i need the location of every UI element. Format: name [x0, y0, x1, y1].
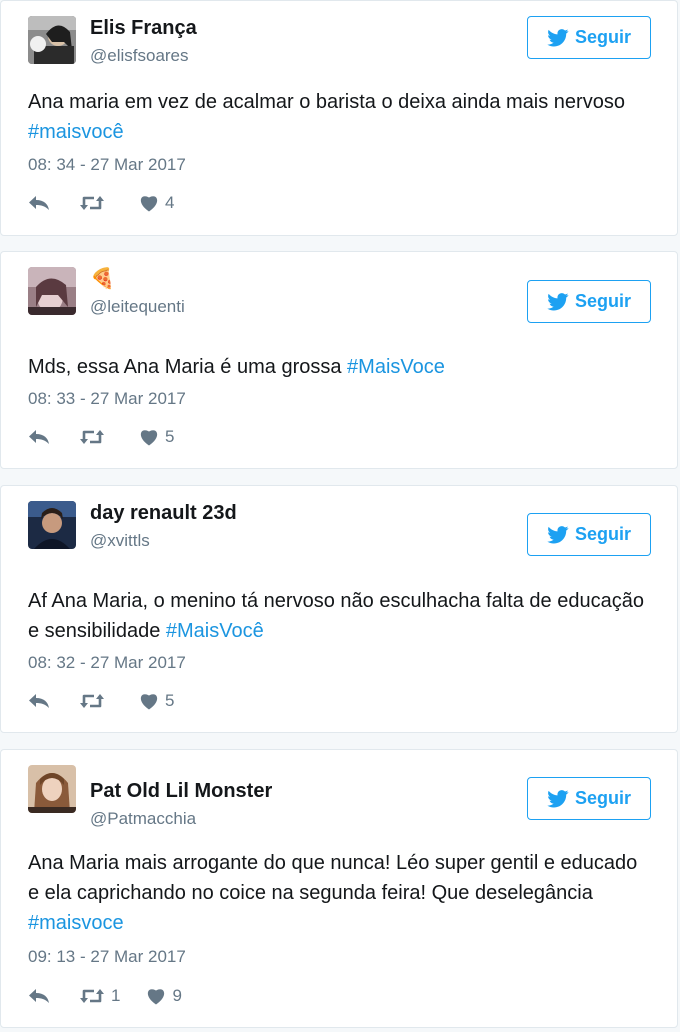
retweet-button[interactable] — [79, 429, 111, 445]
display-name[interactable]: Pat Old Lil Monster — [90, 778, 272, 804]
like-count: 9 — [172, 986, 182, 1005]
twitter-bird-icon — [547, 789, 569, 807]
avatar[interactable] — [28, 16, 76, 64]
like-button[interactable]: 9 — [146, 986, 182, 1006]
follow-button[interactable]: Seguir — [527, 16, 651, 59]
tweet-card: Pat Old Lil Monster @Patmacchia Seguir A… — [0, 749, 678, 1028]
tweet-actions: 1 9 — [28, 985, 182, 1007]
twitter-bird-icon — [547, 292, 569, 310]
username[interactable]: @elisfsoares — [90, 45, 189, 67]
heart-icon — [140, 430, 158, 446]
timestamp[interactable]: 09: 13 - 27 Mar 2017 — [28, 946, 186, 968]
timestamp[interactable]: 08: 33 - 27 Mar 2017 — [28, 388, 186, 410]
twitter-bird-icon — [547, 28, 569, 46]
hashtag-link[interactable]: #MaisVocê — [166, 620, 264, 642]
username[interactable]: @xvittls — [90, 530, 150, 552]
tweet-card: day renault 23d @xvittls Seguir Af Ana M… — [0, 485, 678, 733]
follow-button[interactable]: Seguir — [527, 777, 651, 820]
avatar[interactable] — [28, 765, 76, 813]
hashtag-link[interactable]: #MaisVoce — [347, 356, 445, 378]
follow-label: Seguir — [574, 291, 631, 311]
tweet-text: Mds, essa Ana Maria é uma grossa #MaisVo… — [28, 356, 445, 378]
reply-button[interactable] — [28, 429, 52, 445]
timestamp[interactable]: 08: 34 - 27 Mar 2017 — [28, 154, 186, 176]
avatar[interactable] — [28, 501, 76, 549]
reply-button[interactable] — [28, 693, 52, 709]
hashtag-link[interactable]: #maisvocê — [28, 121, 124, 143]
retweet-icon — [80, 694, 104, 708]
reply-icon — [29, 196, 49, 210]
username[interactable]: @Patmacchia — [90, 808, 196, 830]
heart-icon — [140, 196, 158, 212]
reply-icon — [29, 430, 49, 444]
tweet-card: Elis França @elisfsoares Seguir Ana mari… — [0, 0, 678, 236]
heart-icon — [140, 694, 158, 710]
tweet-text: Ana Maria mais arrogante do que nunca! L… — [28, 852, 638, 934]
retweet-button[interactable] — [79, 693, 111, 709]
display-name[interactable]: day renault 23d — [90, 500, 237, 526]
reply-icon — [29, 989, 49, 1003]
retweet-icon — [80, 196, 104, 210]
tweet-text: Ana maria em vez de acalmar o barista o … — [28, 91, 625, 143]
retweet-button[interactable] — [79, 195, 111, 211]
username[interactable]: @leitequenti — [90, 296, 185, 318]
retweet-icon — [80, 430, 104, 444]
tweet-text: Af Ana Maria, o menino tá nervoso não es… — [28, 590, 644, 642]
reply-button[interactable] — [28, 195, 52, 211]
display-name[interactable]: Elis França — [90, 15, 197, 41]
follow-label: Seguir — [574, 27, 631, 47]
like-count: 5 — [165, 691, 175, 710]
reply-icon — [29, 694, 49, 708]
avatar[interactable] — [28, 267, 76, 315]
heart-icon — [148, 989, 165, 1005]
like-count: 5 — [165, 427, 175, 446]
hashtag-link[interactable]: #maisvoce — [28, 912, 124, 934]
twitter-bird-icon — [547, 525, 569, 543]
like-button[interactable]: 4 — [139, 193, 174, 213]
display-name[interactable]: 🍕 — [90, 266, 115, 292]
tweet-actions: 5 — [28, 426, 174, 448]
follow-button[interactable]: Seguir — [527, 280, 651, 323]
reply-button[interactable] — [28, 988, 52, 1004]
tweet-actions: 5 — [28, 690, 174, 712]
tweet-card: 🍕 @leitequenti Seguir Mds, essa Ana Mari… — [0, 251, 678, 469]
like-button[interactable]: 5 — [139, 691, 174, 711]
retweet-icon — [80, 989, 104, 1003]
follow-label: Seguir — [574, 788, 631, 808]
like-button[interactable]: 5 — [139, 427, 174, 447]
like-count: 4 — [165, 193, 175, 212]
follow-label: Seguir — [574, 524, 631, 544]
retweet-button[interactable]: 1 — [79, 986, 120, 1006]
follow-button[interactable]: Seguir — [527, 513, 651, 556]
tweet-actions: 4 — [28, 192, 174, 214]
timestamp[interactable]: 08: 32 - 27 Mar 2017 — [28, 652, 186, 674]
retweet-count: 1 — [111, 986, 121, 1005]
